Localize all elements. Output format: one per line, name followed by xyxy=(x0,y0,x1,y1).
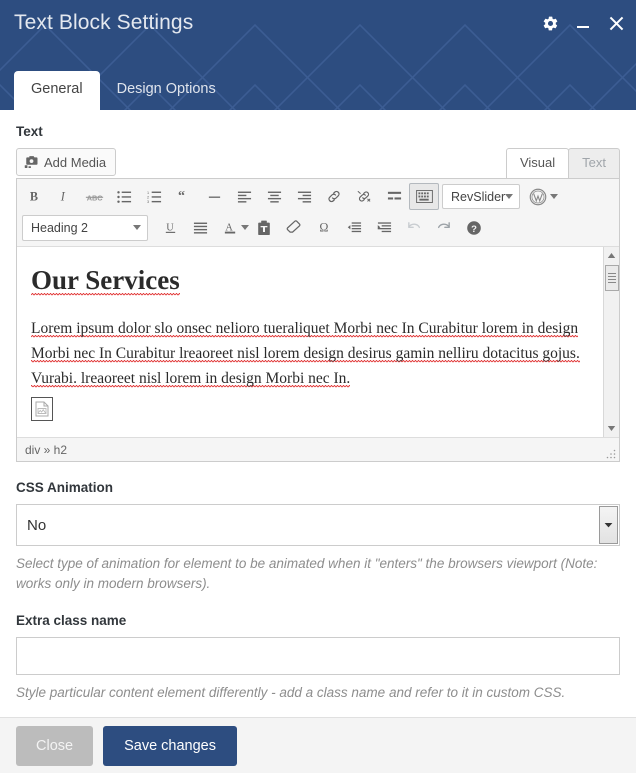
numbered-list-icon[interactable]: 1 2 3 xyxy=(139,183,169,210)
align-right-icon[interactable] xyxy=(289,183,319,210)
bulleted-list-icon[interactable] xyxy=(109,183,139,210)
bold-icon[interactable]: B xyxy=(19,183,49,210)
tab-text[interactable]: Text xyxy=(568,148,620,178)
chevron-down-icon[interactable] xyxy=(599,506,618,544)
chevron-down-icon xyxy=(133,225,141,230)
read-more-icon[interactable] xyxy=(379,183,409,210)
page-title: Text Block Settings xyxy=(14,11,194,34)
underline-icon[interactable]: U xyxy=(155,214,185,241)
add-media-button[interactable]: Add Media xyxy=(16,148,117,176)
scroll-up-icon[interactable] xyxy=(603,247,619,264)
italic-icon[interactable]: I xyxy=(49,183,79,210)
align-left-icon[interactable] xyxy=(229,183,259,210)
broken-image-icon[interactable] xyxy=(31,397,53,422)
insert-link-icon[interactable] xyxy=(319,183,349,210)
wordpress-dropdown[interactable] xyxy=(523,183,559,210)
scrollbar-grip xyxy=(608,271,616,285)
revslider-select[interactable]: RevSlider xyxy=(442,184,521,209)
revslider-label: RevSlider xyxy=(451,189,506,204)
svg-text:U: U xyxy=(166,222,174,233)
special-character-icon[interactable]: Ω xyxy=(309,214,339,241)
extra-class-field: Extra class name Style particular conten… xyxy=(16,613,620,703)
tab-general[interactable]: General xyxy=(14,71,100,110)
minimize-icon[interactable] xyxy=(573,12,593,34)
editor-status-bar: div » h2 xyxy=(17,437,619,461)
wordpress-icon[interactable] xyxy=(523,183,553,210)
modal-header: Text Block Settings General Design Optio… xyxy=(0,0,636,110)
add-media-label: Add Media xyxy=(44,154,107,170)
modal-tabs: General Design Options xyxy=(14,71,233,110)
undo-icon[interactable] xyxy=(399,214,429,241)
strikethrough-icon[interactable]: ABC xyxy=(79,183,109,210)
format-select-value: Heading 2 xyxy=(31,220,88,235)
extra-class-helper: Style particular content element differe… xyxy=(16,684,566,700)
editor-mode-tabs: Visual Text xyxy=(505,148,620,178)
modal-body: Text Add Media Visual Text B I ABC 1 2 3… xyxy=(0,110,636,717)
css-animation-value: No xyxy=(27,516,47,534)
editor-scrollbar[interactable] xyxy=(603,247,619,437)
svg-text:3: 3 xyxy=(147,200,149,204)
tab-visual[interactable]: Visual xyxy=(505,148,570,178)
svg-text:Ω: Ω xyxy=(319,220,328,234)
close-icon[interactable] xyxy=(606,12,626,34)
close-button[interactable]: Close xyxy=(16,725,94,766)
justify-icon[interactable] xyxy=(185,214,215,241)
css-animation-label: CSS Animation xyxy=(16,480,114,495)
help-icon[interactable]: ? xyxy=(459,214,489,241)
scroll-down-icon[interactable] xyxy=(603,420,619,437)
text-field-label: Text xyxy=(16,124,43,139)
css-animation-select[interactable]: No xyxy=(16,504,620,546)
svg-text:ABC: ABC xyxy=(86,193,103,202)
svg-text:B: B xyxy=(29,190,37,204)
horizontal-rule-icon[interactable] xyxy=(199,183,229,210)
css-animation-helper: Select type of animation for element to … xyxy=(16,556,598,592)
editor-container: B I ABC 1 2 3 “ RevSlider Heading 2 U A … xyxy=(16,178,620,462)
chevron-down-icon xyxy=(550,194,559,199)
kitchen-sink-icon[interactable] xyxy=(409,183,439,210)
unlink-icon[interactable] xyxy=(349,183,379,210)
extra-class-input[interactable] xyxy=(16,636,620,675)
text-color-dropdown[interactable]: A xyxy=(215,214,249,241)
modal-footer: Close Save changes xyxy=(0,717,636,773)
editor-content-area[interactable]: Our Services Lorem ipsum dolor slo onsec… xyxy=(17,247,619,437)
blockquote-icon[interactable]: “ xyxy=(169,183,199,210)
editor-paragraph[interactable]: Lorem ipsum dolor slo onsec nelioro tuer… xyxy=(31,316,595,391)
editor-toolbar: B I ABC 1 2 3 “ RevSlider Heading 2 U A … xyxy=(17,179,619,247)
css-animation-field: CSS Animation No Select type of animatio… xyxy=(16,480,620,595)
media-icon xyxy=(24,155,39,169)
gear-icon[interactable] xyxy=(540,12,560,34)
svg-text:?: ? xyxy=(471,223,477,234)
svg-text:“: “ xyxy=(177,190,184,204)
toolbar-row-2: Heading 2 U A Ω ? xyxy=(19,212,617,243)
format-select[interactable]: Heading 2 xyxy=(22,214,148,241)
chevron-down-icon xyxy=(241,225,249,230)
editor-heading-text: Our Services xyxy=(31,265,180,296)
editor-heading[interactable]: Our Services xyxy=(31,265,180,296)
svg-text:I: I xyxy=(59,190,65,204)
save-changes-button[interactable]: Save changes xyxy=(103,725,237,766)
extra-class-label: Extra class name xyxy=(16,612,127,628)
toolbar-row-1: B I ABC 1 2 3 “ RevSlider xyxy=(19,181,617,212)
window-controls xyxy=(540,12,626,34)
align-center-icon[interactable] xyxy=(259,183,289,210)
element-path: div » h2 xyxy=(25,442,68,457)
svg-text:2: 2 xyxy=(147,195,149,199)
clear-formatting-icon[interactable] xyxy=(279,214,309,241)
indent-icon[interactable] xyxy=(369,214,399,241)
scrollbar-thumb[interactable] xyxy=(605,265,619,291)
svg-text:1: 1 xyxy=(147,190,149,194)
paste-as-text-icon[interactable] xyxy=(249,214,279,241)
media-row: Add Media Visual Text xyxy=(16,148,620,178)
chevron-down-icon xyxy=(505,194,514,199)
editor-document[interactable]: Our Services Lorem ipsum dolor slo onsec… xyxy=(17,247,619,422)
resize-handle-icon[interactable] xyxy=(606,448,616,459)
tab-design-options[interactable]: Design Options xyxy=(100,71,233,110)
outdent-icon[interactable] xyxy=(339,214,369,241)
redo-icon[interactable] xyxy=(429,214,459,241)
editor-paragraph-text: Lorem ipsum dolor slo onsec nelioro tuer… xyxy=(31,319,580,388)
